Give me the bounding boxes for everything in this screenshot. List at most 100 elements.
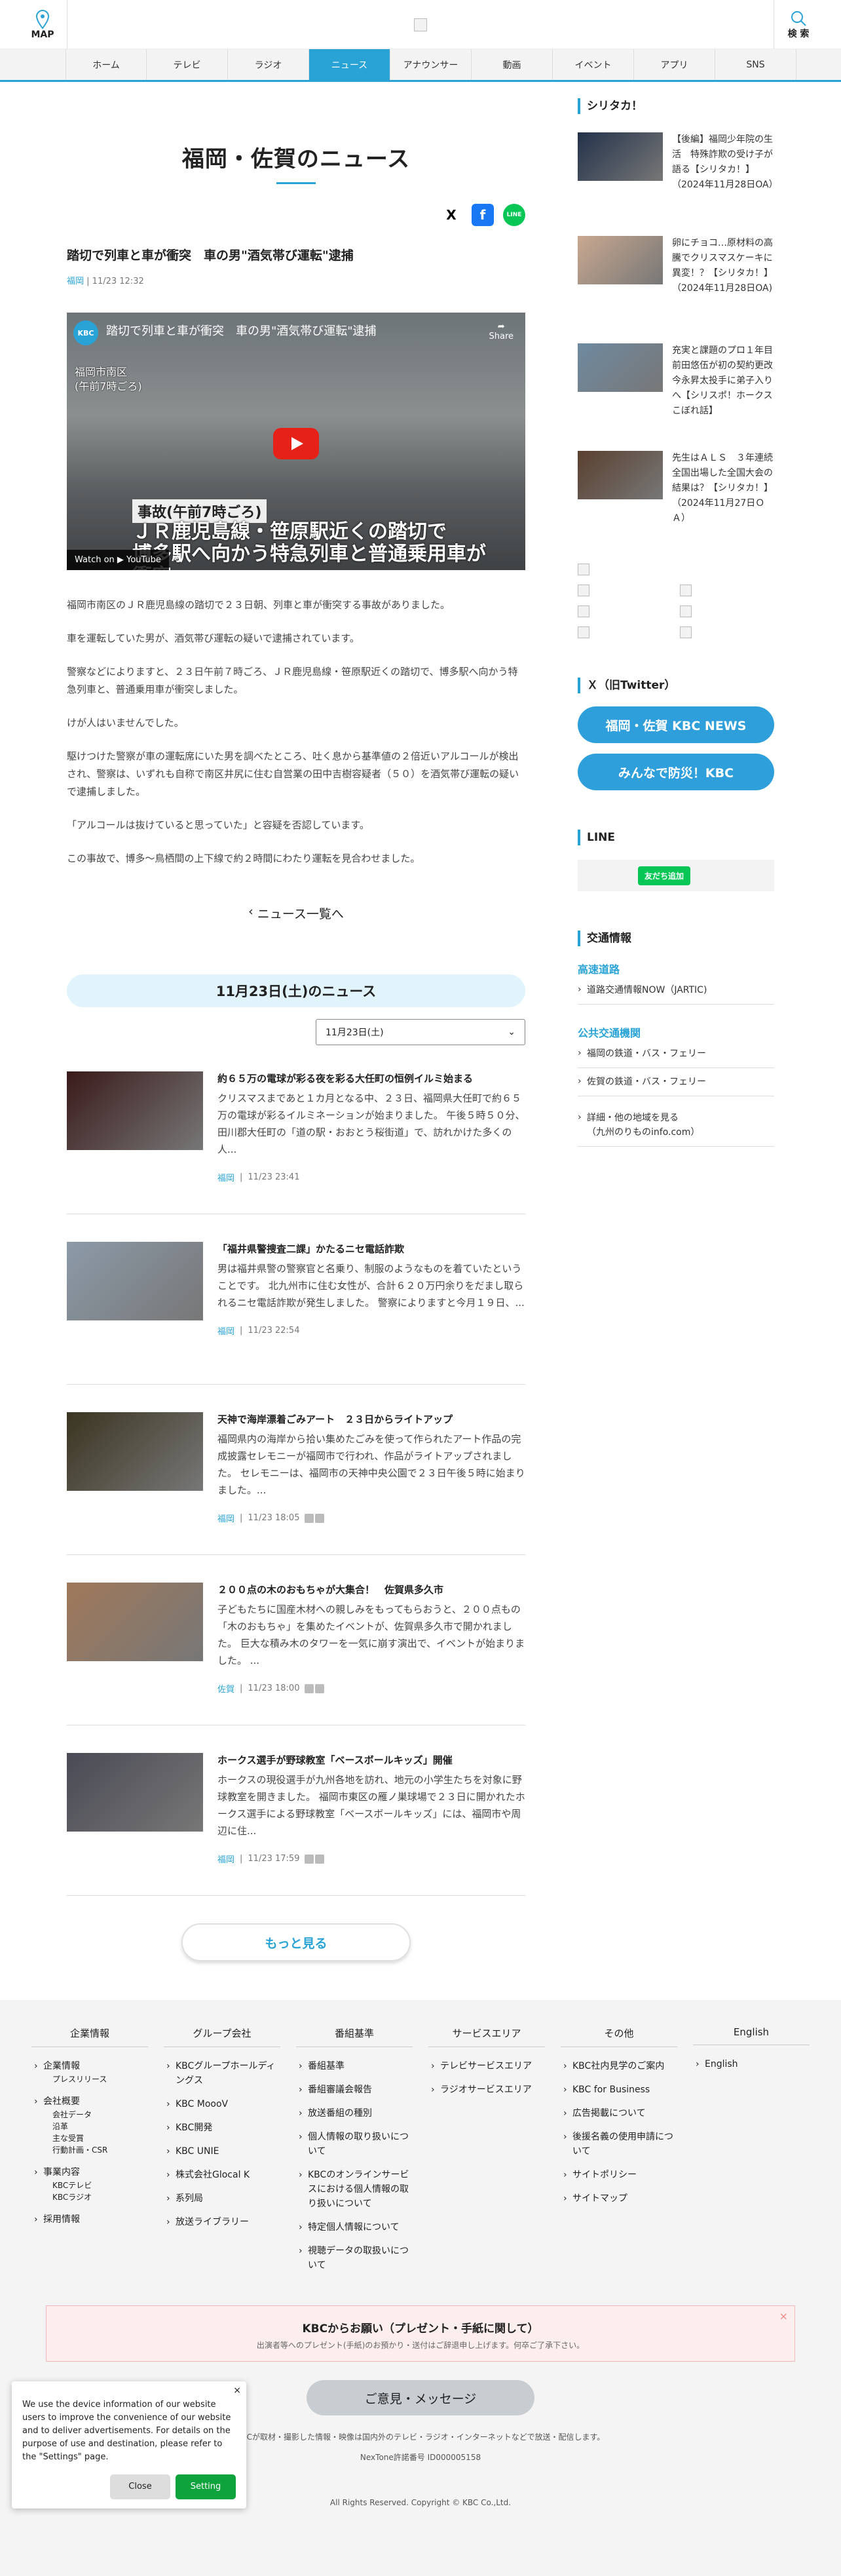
footer-link[interactable]: KBC MoooV	[164, 2097, 280, 2111]
footer-link-label[interactable]: KBC for Business	[572, 2085, 650, 2095]
footer-link-label[interactable]: KBCグループホールディングス	[176, 2061, 276, 2086]
footer-link-label[interactable]: KBC MoooV	[176, 2099, 228, 2109]
news-item[interactable]: 天神で海岸漂着ごみアート ２３日からライトアップ 福岡県内の海岸から拾い集めたごみ…	[67, 1412, 525, 1555]
banner-image[interactable]	[578, 585, 589, 596]
nav-news[interactable]: ニュース	[309, 49, 390, 80]
x-bousai-button[interactable]: みんなで防災！KBC	[578, 754, 774, 790]
news-category[interactable]: 福岡	[217, 1853, 234, 1865]
footer-link-label[interactable]: 個人情報の取り扱いについて	[308, 2132, 409, 2157]
news-title[interactable]: 約６５万の電球が彩る夜を彩る大任町の恒例イルミ始まる	[217, 1071, 525, 1086]
line-add-friend-button[interactable]: 友だち追加	[638, 866, 691, 885]
footer-link[interactable]: KBCのオンラインサービスにおける個人情報の取り扱いについて	[296, 2168, 413, 2211]
fukuoka-transport-link[interactable]: 福岡の鉄道・バス・フェリー	[578, 1040, 774, 1068]
news-title[interactable]: 天神で海岸漂着ごみアート ２３日からライトアップ	[217, 1412, 525, 1427]
cookie-setting-button[interactable]: Setting	[176, 2474, 236, 2499]
footer-link[interactable]: 企業情報プレスリリース	[31, 2059, 148, 2085]
news-thumbnail[interactable]	[67, 1412, 203, 1491]
shiritaka-item[interactable]: 【後編】福岡少年院の生活 特殊詐欺の受け子が語る【シリタカ！】（2024年11月…	[578, 114, 778, 221]
footer-link-label[interactable]: ラジオサービスエリア	[440, 2085, 532, 2095]
shiritaka-text[interactable]: 先生はＡＬＳ ３年連続全国出場した全国大会の結果は？【シリタカ！】（2024年1…	[672, 451, 774, 544]
banner-image[interactable]	[578, 564, 589, 575]
footer-link-label[interactable]: 番組基準	[308, 2061, 345, 2071]
shiritaka-thumbnail[interactable]	[578, 236, 663, 284]
footer-link-label[interactable]: English	[705, 2059, 738, 2069]
footer-sub-link[interactable]: 行動計画・CSR	[43, 2144, 148, 2156]
footer-link-label[interactable]: 事業内容	[43, 2167, 80, 2178]
line-share-icon[interactable]: LINE	[503, 204, 525, 226]
news-category[interactable]: 福岡	[217, 1512, 234, 1524]
footer-link-label[interactable]: 広告掲載について	[572, 2108, 646, 2119]
footer-link[interactable]: 広告掲載について	[561, 2106, 677, 2121]
footer-link-label[interactable]: KBC開発	[176, 2123, 212, 2133]
footer-link-label[interactable]: 放送番組の種別	[308, 2108, 372, 2119]
shiritaka-thumbnail[interactable]	[578, 132, 663, 181]
banner-image[interactable]	[578, 626, 589, 638]
news-thumbnail[interactable]	[67, 1242, 203, 1320]
footer-link-label[interactable]: 系列局	[176, 2193, 203, 2204]
footer-link[interactable]: English	[693, 2057, 810, 2071]
footer-link[interactable]: KBC UNIE	[164, 2144, 280, 2159]
footer-link[interactable]: 番組審議会報告	[296, 2083, 413, 2097]
footer-link-label[interactable]: 特定個人情報について	[308, 2222, 400, 2233]
more-button[interactable]: もっと見る	[181, 1923, 411, 1961]
footer-link[interactable]: サイトマップ	[561, 2191, 677, 2206]
news-category[interactable]: 福岡	[217, 1171, 234, 1183]
banner-image[interactable]	[680, 585, 692, 596]
search-button[interactable]: 検 索	[774, 0, 823, 49]
footer-link[interactable]: 番組基準	[296, 2059, 413, 2073]
shiritaka-item[interactable]: 卵にチョコ…原材料の高騰でクリスマスケーキに異変！？【シリタカ！】（2024年1…	[578, 221, 774, 329]
footer-link-label[interactable]: サイトマップ	[572, 2193, 627, 2204]
news-item[interactable]: 約６５万の電球が彩る夜を彩る大任町の恒例イルミ始まる クリスマスまであと１カ月とな…	[67, 1071, 525, 1214]
footer-link[interactable]: 放送番組の種別	[296, 2106, 413, 2121]
date-select[interactable]: 11月23日(土) ⌄	[316, 1019, 525, 1045]
footer-sub-link[interactable]: 沿革	[43, 2121, 148, 2132]
nav-announcer[interactable]: アナウンサー	[390, 49, 472, 80]
banner-image[interactable]	[680, 606, 692, 617]
footer-link-label[interactable]: 視聴データの取扱いについて	[308, 2246, 409, 2271]
footer-link-label[interactable]: 後援名義の使用申請について	[572, 2132, 673, 2157]
shiritaka-text[interactable]: 卵にチョコ…原材料の高騰でクリスマスケーキに異変！？【シリタカ！】（2024年1…	[672, 236, 774, 329]
map-button[interactable]: MAP	[18, 0, 67, 49]
x-share-icon[interactable]: X	[440, 204, 462, 226]
footer-link-label[interactable]: 採用情報	[43, 2214, 80, 2225]
video-title[interactable]: 踏切で列車と車が衝突 車の男"酒気帯び運転"逮捕	[106, 322, 377, 339]
play-button[interactable]	[273, 428, 319, 459]
nav-home[interactable]: ホーム	[65, 49, 147, 80]
news-category[interactable]: 福岡	[217, 1324, 234, 1337]
nav-event[interactable]: イベント	[553, 49, 634, 80]
article-category[interactable]: 福岡	[67, 277, 84, 286]
nav-sns[interactable]: SNS	[715, 49, 796, 80]
nav-radio[interactable]: ラジオ	[228, 49, 309, 80]
footer-link[interactable]: 個人情報の取り扱いについて	[296, 2130, 413, 2159]
footer-link-label[interactable]: 放送ライブラリー	[176, 2217, 249, 2227]
video-share-button[interactable]: ➦ Share	[489, 322, 514, 341]
cookie-close-icon[interactable]: ×	[233, 2384, 241, 2397]
channel-avatar[interactable]: KBC	[73, 320, 98, 345]
nav-app[interactable]: アプリ	[634, 49, 715, 80]
news-title[interactable]: ホークス選手が野球教室「ベースボールキッズ」開催	[217, 1753, 525, 1767]
saga-transport-link[interactable]: 佐賀の鉄道・バス・フェリー	[578, 1068, 774, 1096]
footer-link-label[interactable]: 株式会社Glocal K	[176, 2170, 250, 2180]
facebook-share-icon[interactable]: f	[472, 204, 494, 226]
news-item[interactable]: ホークス選手が野球教室「ベースボールキッズ」開催 ホークスの現役選手が九州各地を訪…	[67, 1753, 525, 1896]
other-region-link[interactable]: 詳細・他の地域を見る （九州のりものinfo.com）	[578, 1104, 774, 1147]
video-player[interactable]: KBC 踏切で列車と車が衝突 車の男"酒気帯び運転"逮捕 ➦ Share 福岡市南…	[67, 313, 525, 570]
news-thumbnail[interactable]	[67, 1753, 203, 1832]
footer-link-label[interactable]: 企業情報	[43, 2061, 80, 2071]
footer-link[interactable]: 系列局	[164, 2191, 280, 2206]
footer-link[interactable]: 採用情報	[31, 2212, 148, 2227]
footer-sub-link[interactable]: KBCラジオ	[43, 2191, 148, 2203]
footer-link[interactable]: KBCグループホールディングス	[164, 2059, 280, 2088]
footer-link[interactable]: KBC社内見学のご案内	[561, 2059, 677, 2073]
footer-link[interactable]: 株式会社Glocal K	[164, 2168, 280, 2182]
x-kbc-news-button[interactable]: 福岡・佐賀 KBC NEWS	[578, 706, 774, 743]
banner-image[interactable]	[578, 606, 589, 617]
shiritaka-thumbnail[interactable]	[578, 451, 663, 499]
nav-video[interactable]: 動画	[472, 49, 553, 80]
footer-link[interactable]: ラジオサービスエリア	[428, 2083, 545, 2097]
footer-link[interactable]: 後援名義の使用申請について	[561, 2130, 677, 2159]
footer-link-label[interactable]: 会社概要	[43, 2096, 80, 2107]
opinion-button[interactable]: ご意見・メッセージ	[307, 2380, 534, 2415]
footer-link-label[interactable]: テレビサービスエリア	[440, 2061, 532, 2071]
footer-link-label[interactable]: KBC UNIE	[176, 2146, 219, 2157]
